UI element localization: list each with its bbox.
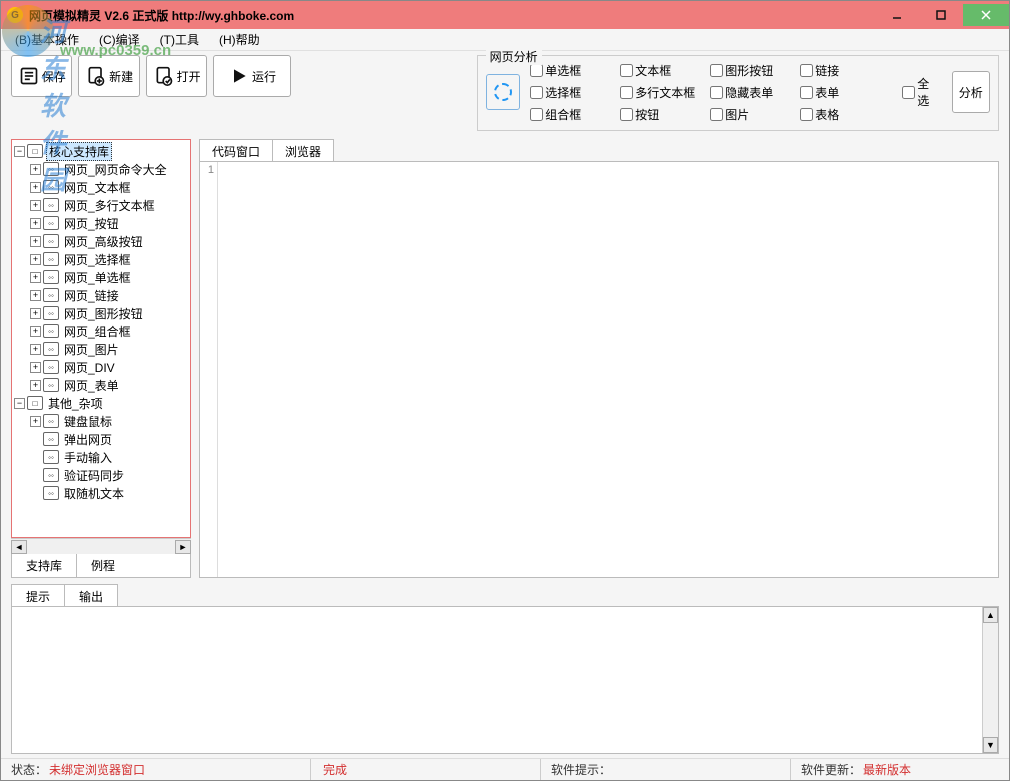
toolbar: 保存 新建 打开 运行 网页分析 单选框 文本框 图形按钮 链接 选择框 多行文… [1, 51, 1009, 133]
chk-hidden[interactable]: 隐藏表单 [710, 82, 800, 102]
scroll-left-icon[interactable]: ◄ [11, 540, 27, 554]
chk-textarea[interactable]: 多行文本框 [620, 82, 710, 102]
tree-item[interactable]: 网页_多行文本框 [62, 197, 157, 214]
window-title: 网页模拟精灵 V2.6 正式版 http://wy.ghboke.com [29, 7, 294, 24]
target-icon[interactable] [486, 74, 521, 110]
scroll-right-icon[interactable]: ► [175, 540, 191, 554]
tree-item[interactable]: 网页_DIV [62, 359, 117, 376]
status-hint: 软件提示： [551, 761, 611, 778]
scroll-down-icon[interactable]: ▼ [983, 737, 998, 753]
minimize-button[interactable] [875, 4, 919, 26]
tab-output[interactable]: 输出 [64, 584, 118, 606]
status-update: 最新版本 [863, 761, 911, 778]
chk-table[interactable]: 表格 [800, 104, 890, 124]
run-button[interactable]: 运行 [213, 55, 290, 97]
tree-item[interactable]: 网页_链接 [62, 287, 121, 304]
output-textarea[interactable] [12, 607, 982, 753]
new-button[interactable]: 新建 [78, 55, 139, 97]
maximize-button[interactable] [919, 4, 963, 26]
status-bind: 未绑定浏览器窗口 [49, 761, 145, 778]
left-tabs: 支持库 例程 [11, 554, 191, 578]
folder-icon: □ [27, 396, 43, 410]
tree-item[interactable]: 网页_选择框 [62, 251, 133, 268]
menu-compile[interactable]: (C)编译 [89, 29, 150, 50]
tree-item[interactable]: 网页_按钮 [62, 215, 121, 232]
tree-item[interactable]: 网页_网页命令大全 [62, 161, 169, 178]
titlebar: G 网页模拟精灵 V2.6 正式版 http://wy.ghboke.com [1, 1, 1009, 29]
tab-hint[interactable]: 提示 [11, 584, 65, 606]
tree-item[interactable]: 网页_高级按钮 [62, 233, 145, 250]
chk-link[interactable]: 链接 [800, 60, 890, 80]
tree-view[interactable]: −□核心支持库 +◦◦网页_网页命令大全 +◦◦网页_文本框 +◦◦网页_多行文… [11, 139, 191, 538]
tab-browser[interactable]: 浏览器 [272, 139, 334, 161]
analysis-legend: 网页分析 [486, 48, 542, 65]
tree-item[interactable]: 手动输入 [62, 449, 114, 466]
tree-item[interactable]: 网页_图片 [62, 341, 121, 358]
app-icon: G [7, 7, 23, 23]
analyze-button[interactable]: 分析 [952, 71, 990, 113]
code-editor[interactable]: 1 [199, 161, 999, 578]
open-icon [153, 65, 175, 87]
horizontal-scrollbar[interactable]: ◄ ► [11, 538, 191, 554]
tree-item[interactable]: 验证码同步 [62, 467, 126, 484]
tree-item[interactable]: 网页_组合框 [62, 323, 133, 340]
output-tabs: 提示 输出 [11, 584, 999, 606]
chk-image[interactable]: 图片 [710, 104, 800, 124]
save-button[interactable]: 保存 [11, 55, 72, 97]
tree-item[interactable]: 网页_单选框 [62, 269, 133, 286]
chk-radio[interactable]: 单选框 [530, 60, 620, 80]
close-button[interactable] [963, 4, 1009, 26]
tree-item[interactable]: 弹出网页 [62, 431, 114, 448]
chk-button[interactable]: 按钮 [620, 104, 710, 124]
analysis-group: 网页分析 单选框 文本框 图形按钮 链接 选择框 多行文本框 隐藏表单 表单 组… [477, 55, 999, 131]
chk-select[interactable]: 选择框 [530, 82, 620, 102]
folder-icon: □ [27, 144, 43, 158]
play-icon [228, 65, 250, 87]
tree-item[interactable]: 网页_图形按钮 [62, 305, 145, 322]
menu-help[interactable]: (H)帮助 [209, 29, 270, 50]
code-tabs: 代码窗口 浏览器 [199, 139, 999, 161]
chk-textbox[interactable]: 文本框 [620, 60, 710, 80]
scroll-up-icon[interactable]: ▲ [983, 607, 998, 623]
status-complete: 完成 [323, 761, 347, 778]
tab-code[interactable]: 代码窗口 [199, 139, 273, 161]
tree-item[interactable]: 键盘鼠标 [62, 413, 114, 430]
chk-all[interactable]: 全选 [902, 75, 939, 109]
save-icon [18, 65, 40, 87]
item-icon: ◦◦ [43, 162, 59, 176]
tree-item[interactable]: 网页_文本框 [62, 179, 133, 196]
line-gutter: 1 [200, 162, 218, 577]
chk-form[interactable]: 表单 [800, 82, 890, 102]
tree-item[interactable]: 网页_表单 [62, 377, 121, 394]
tree-root-core[interactable]: 核心支持库 [46, 142, 112, 161]
chk-combo[interactable]: 组合框 [530, 104, 620, 124]
new-icon [85, 65, 107, 87]
vertical-scrollbar[interactable]: ▲ ▼ [982, 607, 998, 753]
tab-example[interactable]: 例程 [77, 554, 129, 577]
tab-support[interactable]: 支持库 [12, 554, 77, 577]
open-button[interactable]: 打开 [146, 55, 207, 97]
tree-root-other[interactable]: 其他_杂项 [46, 395, 105, 412]
tree-item[interactable]: 取随机文本 [62, 485, 126, 502]
chk-imgbtn[interactable]: 图形按钮 [710, 60, 800, 80]
statusbar: 状态： 未绑定浏览器窗口 完成 软件提示： 软件更新： 最新版本 [1, 758, 1009, 780]
menu-tools[interactable]: (T)工具 [150, 29, 209, 50]
expand-icon[interactable]: − [14, 146, 25, 157]
menu-basic[interactable]: (B)基本操作 [5, 29, 89, 50]
